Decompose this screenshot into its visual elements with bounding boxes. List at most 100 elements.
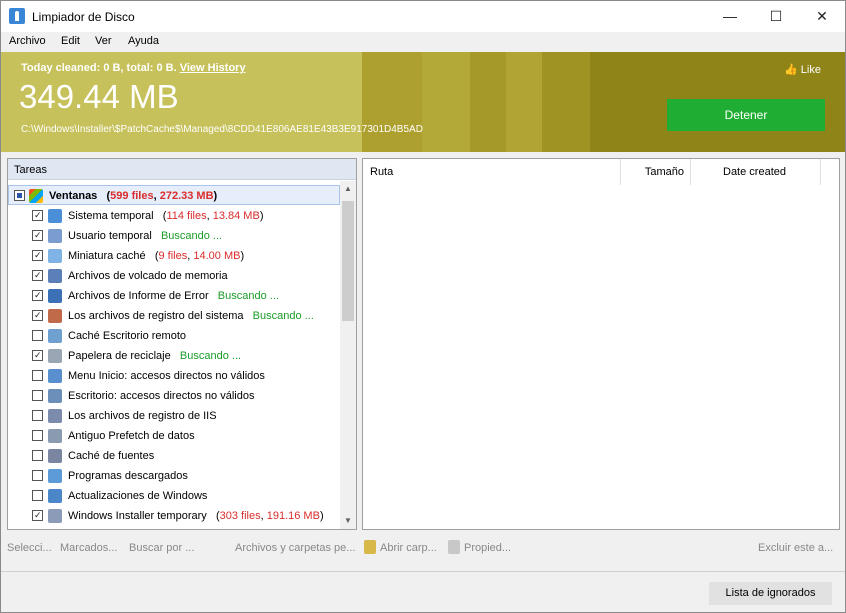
properties-button[interactable]: Propied...: [464, 542, 511, 554]
tasks-panel: Tareas Ventanas (599 files, 272.33 MB) S…: [7, 158, 357, 530]
view-history-link[interactable]: View History: [180, 62, 246, 74]
item-checkbox[interactable]: [32, 370, 43, 381]
item-icon: [48, 289, 62, 303]
maximize-button[interactable]: ☐: [753, 1, 799, 31]
item-checkbox[interactable]: [32, 390, 43, 401]
item-icon: [48, 449, 62, 463]
open-folder-button[interactable]: Abrir carp...: [380, 542, 437, 554]
item-checkbox[interactable]: [32, 470, 43, 481]
item-icon: [48, 469, 62, 483]
item-label: Caché Escritorio remoto: [68, 330, 186, 342]
thumbs-up-icon: 👍: [784, 64, 798, 76]
item-checkbox[interactable]: [32, 250, 43, 261]
item-checkbox[interactable]: [32, 270, 43, 281]
tree-item[interactable]: Actualizaciones de Windows: [8, 486, 340, 506]
tree-item[interactable]: Los archivos de registro de IIS: [8, 406, 340, 426]
item-label: Archivos de volcado de memoria: [68, 270, 228, 282]
ignore-list-button[interactable]: Lista de ignorados: [709, 582, 832, 605]
tree-item[interactable]: Sistema temporal (114 files, 13.84 MB): [8, 206, 340, 226]
tasks-tree: Ventanas (599 files, 272.33 MB) Sistema …: [8, 181, 340, 529]
tree-item[interactable]: Caché Escritorio remoto: [8, 326, 340, 346]
tasks-header: Tareas: [8, 159, 356, 180]
item-checkbox[interactable]: [32, 330, 43, 341]
search-by-button[interactable]: Buscar por ...: [129, 542, 194, 554]
item-label: Menu Inicio: accesos directos no válidos: [68, 370, 265, 382]
item-checkbox[interactable]: [32, 430, 43, 441]
app-icon: [9, 8, 25, 24]
scroll-down-icon[interactable]: ▼: [340, 513, 356, 529]
item-checkbox[interactable]: [32, 510, 43, 521]
status-banner: Today cleaned: 0 B, total: 0 B. View His…: [1, 52, 845, 152]
group-checkbox[interactable]: [14, 190, 25, 201]
tree-scrollbar[interactable]: ▲ ▼: [340, 181, 356, 529]
menu-ayuda[interactable]: Ayuda: [128, 35, 159, 47]
current-path: C:\Windows\Installer\$PatchCache$\Manage…: [21, 124, 423, 135]
column-tamano[interactable]: Tamaño: [621, 159, 691, 185]
item-status: Buscando ...: [179, 350, 242, 362]
item-label: Papelera de reciclaje: [68, 350, 171, 362]
menu-ver[interactable]: Ver: [95, 35, 112, 47]
item-checkbox[interactable]: [32, 290, 43, 301]
tree-item[interactable]: Caché de fuentes: [8, 446, 340, 466]
item-size: 13.84 MB: [212, 210, 260, 222]
item-size: 14.00 MB: [193, 250, 241, 262]
tree-item[interactable]: Papelera de reciclaje Buscando ...: [8, 346, 340, 366]
item-label: Programas descargados: [68, 470, 188, 482]
item-icon: [48, 349, 62, 363]
item-icon: [48, 309, 62, 323]
item-checkbox[interactable]: [32, 210, 43, 221]
tree-item[interactable]: Menu Inicio: accesos directos no válidos: [8, 366, 340, 386]
like-button[interactable]: 👍 Like: [784, 63, 821, 76]
tree-item[interactable]: Archivos de volcado de memoria: [8, 266, 340, 286]
scroll-up-icon[interactable]: ▲: [340, 181, 356, 197]
bottom-toolbar: Selecci... Marcados... Buscar por ... Ar…: [1, 538, 845, 558]
tree-item[interactable]: Archivos de Informe de Error Buscando ..…: [8, 286, 340, 306]
item-label: Archivos de Informe de Error: [68, 290, 209, 302]
item-status: Buscando ...: [160, 230, 223, 242]
tree-item[interactable]: Los archivos de registro del sistema Bus…: [8, 306, 340, 326]
tree-item[interactable]: Windows Installer temporary (303 files, …: [8, 506, 340, 526]
item-checkbox[interactable]: [32, 310, 43, 321]
scroll-thumb[interactable]: [342, 201, 354, 321]
marked-button[interactable]: Marcados...: [60, 542, 117, 554]
item-files: 114 files: [166, 210, 207, 222]
minimize-button[interactable]: —: [707, 1, 753, 31]
item-label: Usuario temporal: [68, 230, 152, 242]
exclude-button[interactable]: Excluir este a...: [758, 542, 833, 554]
item-checkbox[interactable]: [32, 230, 43, 241]
item-icon: [48, 369, 62, 383]
item-size: 191.16 MB: [266, 510, 320, 522]
group-name: Ventanas: [49, 190, 98, 202]
tree-item[interactable]: Usuario temporal Buscando ...: [8, 226, 340, 246]
item-close: ): [259, 210, 264, 222]
menu-edit[interactable]: Edit: [61, 35, 80, 47]
item-icon: [48, 429, 62, 443]
item-checkbox[interactable]: [32, 490, 43, 501]
item-icon: [48, 269, 62, 283]
item-close: ): [319, 510, 324, 522]
item-checkbox[interactable]: [32, 410, 43, 421]
window-title: Limpiador de Disco: [32, 10, 135, 24]
tree-item[interactable]: Programas descargados: [8, 466, 340, 486]
footer-divider: [1, 571, 845, 572]
column-date-created[interactable]: Date created: [691, 159, 821, 185]
select-button[interactable]: Selecci...: [7, 542, 52, 554]
menu-archivo[interactable]: Archivo: [9, 35, 46, 47]
item-checkbox[interactable]: [32, 350, 43, 361]
tree-item[interactable]: Escritorio: accesos directos no válidos: [8, 386, 340, 406]
item-files: 303 files: [219, 510, 261, 522]
tree-group-ventanas[interactable]: Ventanas (599 files, 272.33 MB): [8, 185, 340, 205]
item-label: Caché de fuentes: [68, 450, 155, 462]
item-icon: [48, 329, 62, 343]
item-icon: [48, 509, 62, 523]
item-checkbox[interactable]: [32, 450, 43, 461]
tree-item[interactable]: Antiguo Prefetch de datos: [8, 426, 340, 446]
files-folders-button[interactable]: Archivos y carpetas pe...: [235, 542, 355, 554]
tree-item[interactable]: Miniatura caché (9 files, 14.00 MB): [8, 246, 340, 266]
item-label: Los archivos de registro de IIS: [68, 410, 217, 422]
close-button[interactable]: ✕: [799, 1, 845, 31]
column-ruta[interactable]: Ruta: [363, 159, 621, 185]
cleaned-summary: Today cleaned: 0 B, total: 0 B. View His…: [21, 62, 246, 74]
item-label: Los archivos de registro del sistema: [68, 310, 244, 322]
stop-button[interactable]: Detener: [667, 99, 825, 131]
